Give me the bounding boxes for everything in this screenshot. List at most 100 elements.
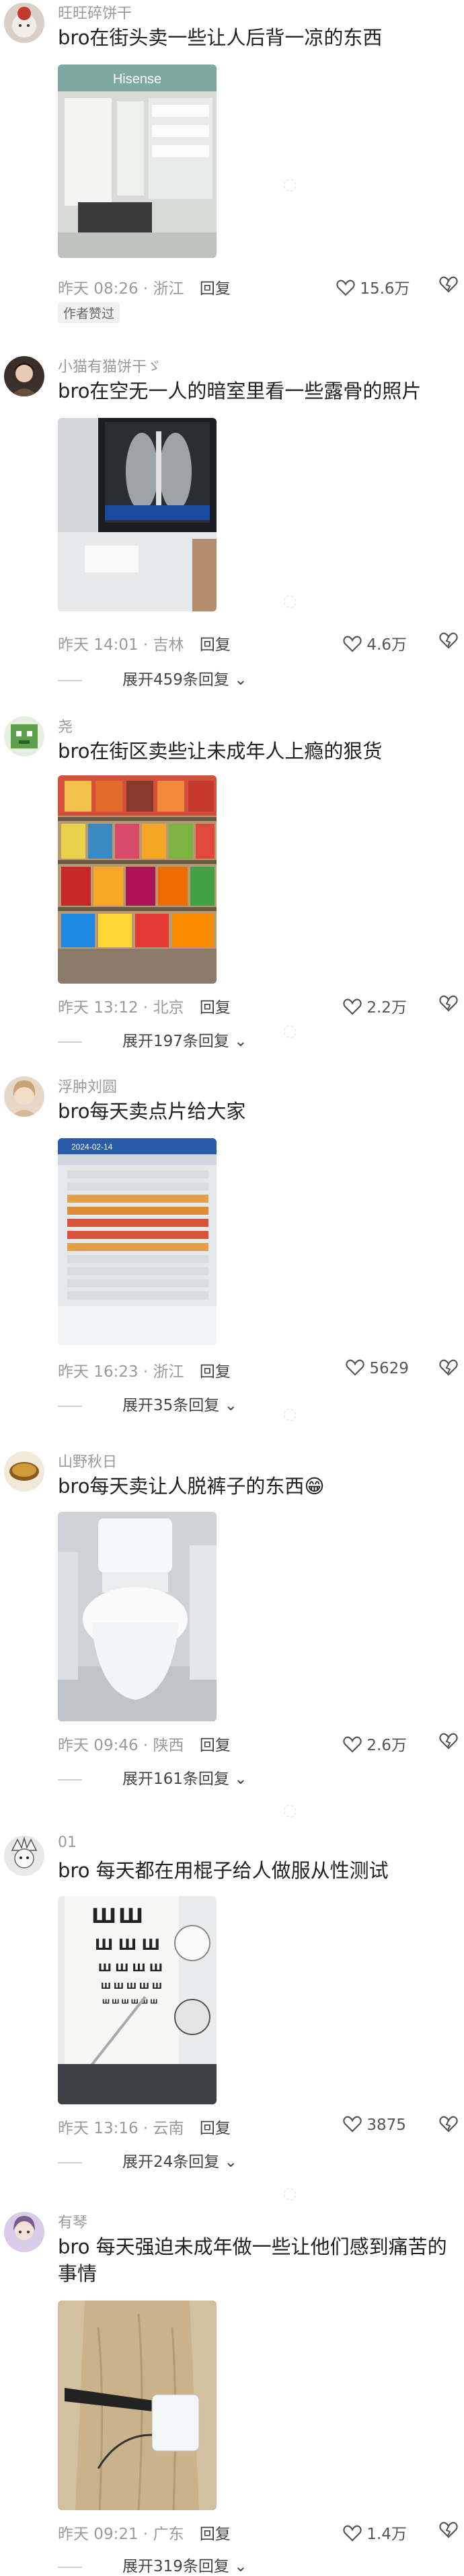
- comment-photo[interactable]: Ш Ш Ш Ш Ш Ш Ш Ш Ш Ш Ш Ш Ш Ш Ш Ш Ш Ш Ш Ш: [58, 1896, 217, 2104]
- like-button[interactable]: 2.2万: [343, 994, 407, 1017]
- like-button[interactable]: 3875: [343, 2115, 406, 2134]
- chevron-down-icon: ⌄: [224, 2153, 237, 2171]
- comment-item: 小猫有猫饼干ゞ bro在空无一人的暗室里看一些露骨的照片 昨天 14:01 · …: [0, 355, 464, 704]
- dislike-button[interactable]: [438, 994, 459, 1012]
- expand-replies-button[interactable]: 展开35条回复 ⌄: [58, 1392, 237, 1415]
- comment-location: 北京: [153, 999, 184, 1017]
- expand-replies-button[interactable]: 展开319条回复 ⌄: [58, 2553, 247, 2576]
- broken-heart-icon: [439, 1359, 458, 1376]
- heart-icon: [336, 280, 355, 296]
- svg-text:Ш: Ш: [91, 1905, 116, 1928]
- watermark: ◌: [279, 2182, 300, 2204]
- heart-icon: [343, 1736, 362, 1753]
- avatar[interactable]: [4, 356, 44, 396]
- like-count: 3875: [366, 2116, 406, 2134]
- expand-replies-label: 展开161条回复: [122, 1770, 229, 1788]
- expand-replies-button[interactable]: 展开197条回复 ⌄: [58, 1028, 247, 1051]
- dislike-button[interactable]: [438, 1732, 459, 1750]
- broken-heart-icon: [439, 632, 458, 649]
- comment-photo[interactable]: Hisense: [58, 65, 217, 258]
- dislike-button[interactable]: [438, 1359, 459, 1376]
- divider: [58, 1041, 82, 1043]
- comment-time: 昨天 16:23: [58, 1363, 139, 1381]
- like-button[interactable]: 1.4万: [343, 2521, 407, 2544]
- svg-text:Ш Ш Ш: Ш Ш Ш: [95, 1937, 160, 1954]
- comment-meta: 昨天 09:46 · 陕西 回复: [58, 1737, 231, 1754]
- expand-replies-button[interactable]: 展开459条回复 ⌄: [58, 667, 247, 689]
- comment-text: bro在空无一人的暗室里看一些露骨的照片: [58, 380, 422, 402]
- reply-button[interactable]: 回复: [200, 636, 231, 654]
- comment-username[interactable]: 浮肿刘圆: [58, 1075, 117, 1097]
- dislike-button[interactable]: [438, 632, 459, 649]
- eye-chart-image: Ш Ш Ш Ш Ш Ш Ш Ш Ш Ш Ш Ш Ш Ш Ш Ш Ш Ш Ш Ш: [58, 1896, 217, 2104]
- comment-photo[interactable]: [58, 1512, 217, 1721]
- like-button[interactable]: 2.6万: [343, 1732, 407, 1755]
- comment-time: 昨天 08:26: [58, 280, 139, 298]
- comment-time: 昨天 09:46: [58, 1737, 139, 1754]
- comment-photo[interactable]: [58, 2301, 217, 2510]
- reply-button[interactable]: 回复: [200, 1737, 231, 1754]
- avatar[interactable]: [4, 1451, 44, 1492]
- comment-photo[interactable]: [58, 418, 217, 611]
- reply-button[interactable]: 回复: [200, 2120, 231, 2137]
- expand-replies-label: 展开459条回复: [122, 671, 229, 689]
- avatar-icon: [12, 7, 36, 38]
- comment-text: bro每天卖让人脱裤子的东西😁: [58, 1475, 325, 1498]
- comment-location: 浙江: [153, 280, 184, 298]
- comment-photo[interactable]: 2024-02-14: [58, 1138, 217, 1345]
- heart-icon: [343, 2525, 362, 2542]
- broken-heart-icon: [439, 276, 458, 293]
- svg-text:Ш Ш Ш Ш: Ш Ш Ш Ш: [98, 1961, 163, 1974]
- avatar[interactable]: [4, 1836, 44, 1876]
- comment-text: bro每天卖点片给大家: [58, 1100, 246, 1123]
- svg-text:Ш: Ш: [118, 1905, 143, 1928]
- divider: [58, 2566, 82, 2568]
- broken-heart-icon: [439, 2116, 458, 2133]
- dislike-button[interactable]: [438, 2521, 459, 2538]
- comment-username[interactable]: 山野秋日: [58, 1450, 117, 1471]
- avatar[interactable]: [4, 716, 44, 757]
- reply-button[interactable]: 回复: [200, 1363, 231, 1381]
- avatar-icon: [11, 724, 38, 748]
- broken-heart-icon: [439, 1733, 458, 1750]
- comment-item: 旺旺碎饼干 bro在街头卖一些让人后背一凉的东西 Hisense 昨天 08:2…: [0, 1, 464, 324]
- chevron-down-icon: ⌄: [234, 1033, 247, 1050]
- heart-icon: [343, 998, 362, 1015]
- like-button[interactable]: 15.6万: [336, 275, 410, 298]
- comment-username[interactable]: 01: [58, 1834, 77, 1851]
- chevron-down-icon: ⌄: [234, 671, 247, 689]
- expand-replies-label: 展开319条回复: [122, 2558, 229, 2575]
- comment-username[interactable]: 尧: [58, 715, 73, 736]
- like-count: 5629: [369, 1360, 409, 1377]
- chevron-down-icon: ⌄: [234, 1770, 247, 1788]
- comment-username[interactable]: 旺旺碎饼干: [58, 1, 132, 23]
- chevron-down-icon: ⌄: [224, 1397, 237, 1414]
- appliance-store-image: Hisense: [58, 65, 217, 258]
- comment-username[interactable]: 小猫有猫饼干ゞ: [58, 355, 161, 376]
- expand-replies-button[interactable]: 展开161条回复 ⌄: [58, 1766, 247, 1789]
- chevron-down-icon: ⌄: [234, 2558, 247, 2575]
- comment-photo[interactable]: [58, 775, 217, 984]
- dislike-button[interactable]: [438, 275, 459, 293]
- reply-button[interactable]: 回复: [200, 2526, 231, 2543]
- comment-item: 有琴 bro 每天强迫未成年做一些让他们感到痛苦的事情 昨天 09:21 · 广…: [0, 2210, 464, 2575]
- dislike-button[interactable]: [438, 2115, 459, 2133]
- reply-button[interactable]: 回复: [200, 280, 231, 298]
- avatar[interactable]: [4, 2212, 44, 2252]
- avatar[interactable]: [4, 1076, 44, 1117]
- expand-replies-button[interactable]: 展开24条回复 ⌄: [58, 2149, 237, 2172]
- comment-meta: 昨天 08:26 · 浙江 回复: [58, 280, 231, 298]
- broken-heart-icon: [439, 2522, 458, 2538]
- comment-item: 浮肿刘圆 bro每天卖点片给大家 2024-02-14 昨天 16:23 · 浙…: [0, 1075, 464, 1424]
- divider: [58, 2161, 82, 2163]
- comment-username[interactable]: 有琴: [58, 2210, 87, 2232]
- comment-text: bro在街头卖一些让人后背一凉的东西: [58, 26, 383, 49]
- avatar[interactable]: [4, 3, 44, 43]
- heart-icon: [343, 636, 362, 652]
- like-count: 2.6万: [366, 1737, 407, 1754]
- like-button[interactable]: 4.6万: [343, 632, 407, 654]
- avatar-icon: [11, 363, 38, 396]
- like-button[interactable]: 5629: [346, 1359, 409, 1377]
- reply-button[interactable]: 回复: [200, 999, 231, 1017]
- like-count: 1.4万: [366, 2526, 407, 2543]
